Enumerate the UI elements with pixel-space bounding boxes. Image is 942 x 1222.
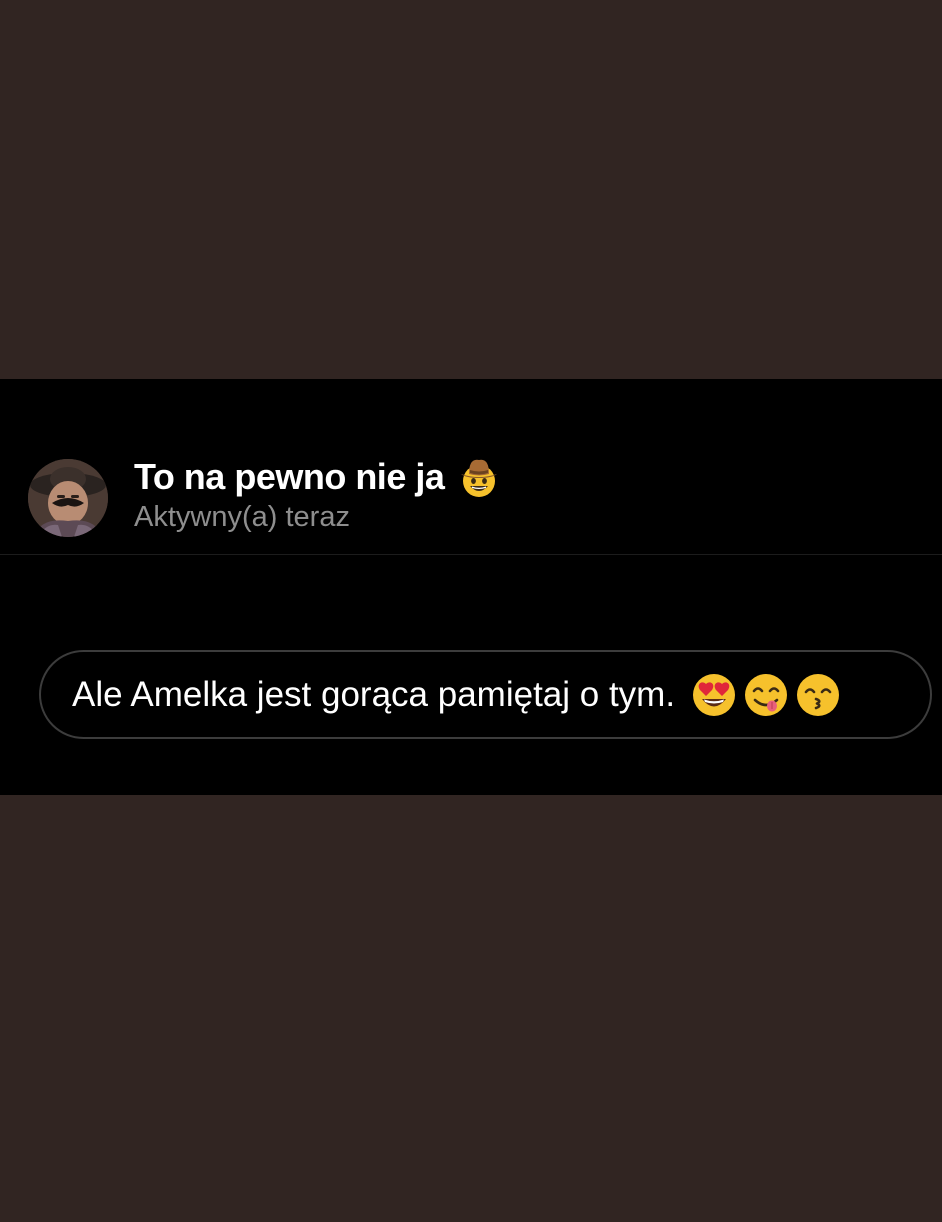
heart-eyes-icon: [691, 672, 737, 718]
avatar-photo: [28, 459, 108, 537]
contact-name: To na pewno nie ja: [134, 456, 445, 497]
message-emojis: [691, 672, 841, 718]
cowboy-hat-face-icon: [456, 454, 502, 500]
kissing-smiling-eyes-icon: [795, 672, 841, 718]
active-status: Aktywny(a) teraz: [134, 501, 350, 533]
avatar[interactable]: [28, 459, 108, 537]
yum-face-icon: [743, 672, 789, 718]
chat-header[interactable]: To na pewno nie ja Aktywny(a) teraz: [0, 379, 942, 555]
chat-title[interactable]: To na pewno nie ja: [134, 453, 502, 501]
message-text: Ale Amelka jest gorąca pamiętaj o tym.: [72, 674, 676, 714]
chat-panel: To na pewno nie ja Aktywny(a) teraz Ale …: [0, 379, 942, 795]
message-bubble[interactable]: Ale Amelka jest gorąca pamiętaj o tym.: [39, 650, 932, 739]
